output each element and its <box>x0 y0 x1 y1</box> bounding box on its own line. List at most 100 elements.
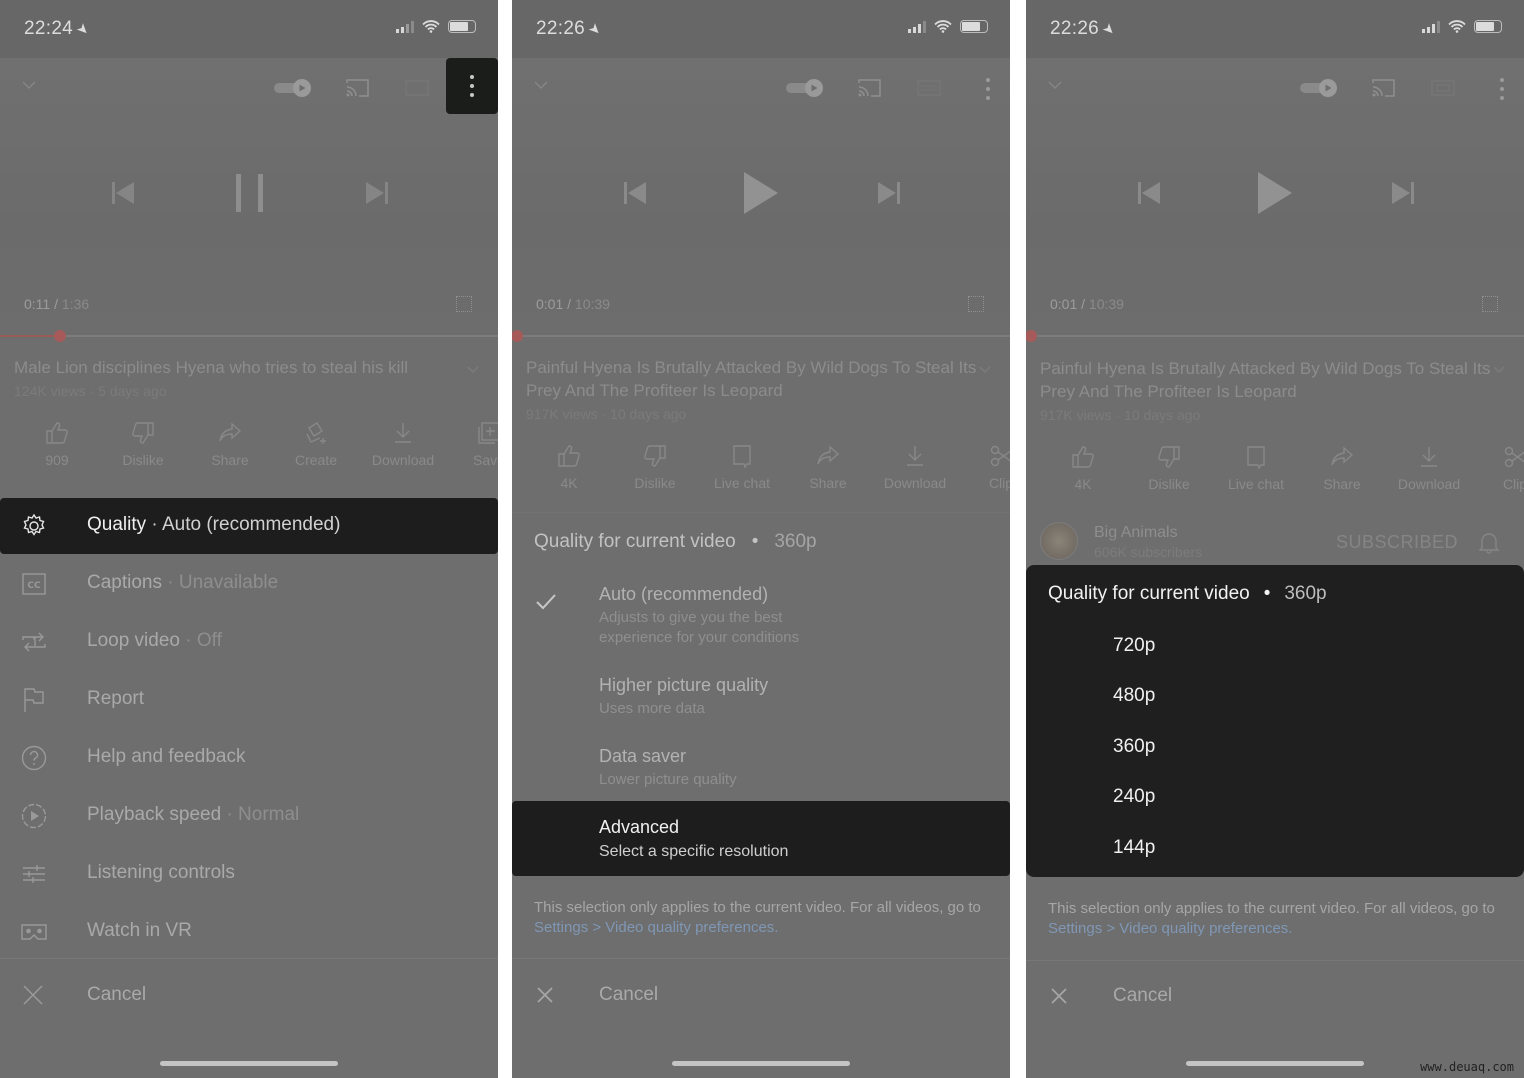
bell-icon[interactable] <box>1478 530 1500 554</box>
pause-icon[interactable] <box>230 170 270 216</box>
quality-option-advanced[interactable]: Advanced Select a specific resolution <box>512 801 1010 876</box>
live-chat-button[interactable]: Live chat <box>699 443 785 491</box>
create-button[interactable]: Create <box>273 420 359 468</box>
video-title[interactable]: Painful Hyena Is Brutally Attacked By Wi… <box>1040 357 1500 403</box>
like-button[interactable]: 4K <box>1040 444 1126 492</box>
next-icon[interactable] <box>874 176 904 210</box>
expand-description-icon[interactable] <box>978 362 992 376</box>
dislike-button[interactable]: Dislike <box>612 443 698 491</box>
home-indicator[interactable] <box>672 1061 850 1066</box>
cast-icon[interactable] <box>344 78 370 98</box>
like-button[interactable]: 909 <box>14 420 100 468</box>
play-icon[interactable] <box>740 170 780 216</box>
minimize-chevron-icon[interactable] <box>20 76 38 94</box>
more-vert-icon[interactable] <box>984 78 992 100</box>
cast-icon[interactable] <box>856 78 882 98</box>
home-indicator[interactable] <box>1186 1061 1364 1066</box>
video-meta[interactable]: Painful Hyena Is Brutally Attacked By Wi… <box>526 356 986 422</box>
download-icon <box>395 423 411 443</box>
channel-row[interactable]: Big Animals 606K subscribers SUBSCRIBED <box>1026 518 1524 566</box>
clip-button[interactable]: Clip <box>958 443 1010 491</box>
video-title[interactable]: Male Lion disciplines Hyena who tries to… <box>14 356 474 379</box>
close-icon <box>23 985 43 1005</box>
settings-link[interactable]: Settings > Video quality preferences. <box>1048 920 1292 937</box>
video-meta[interactable]: Male Lion disciplines Hyena who tries to… <box>14 356 474 399</box>
progress-knob[interactable] <box>1026 330 1037 342</box>
resolution-option-144p[interactable]: 144p <box>1113 837 1155 859</box>
channel-name[interactable]: Big Animals <box>1094 524 1178 542</box>
share-button[interactable]: Share <box>187 420 273 468</box>
clip-icon <box>1504 446 1524 468</box>
more-vert-icon[interactable] <box>1498 78 1506 100</box>
quality-option-auto[interactable]: Auto (recommended) Adjusts to give you t… <box>599 584 999 648</box>
menu-item-playback-speed[interactable]: Playback speed · Normal <box>0 788 498 844</box>
progress-bar[interactable] <box>512 330 1010 342</box>
expand-description-icon[interactable] <box>1492 362 1506 376</box>
resolution-option-240p[interactable]: 240p <box>1113 786 1155 808</box>
minimize-chevron-icon[interactable] <box>1046 76 1064 94</box>
captions-toggle-icon[interactable] <box>916 78 942 98</box>
share-button[interactable]: Share <box>785 443 871 491</box>
more-options-button-highlighted[interactable] <box>446 58 498 114</box>
previous-icon[interactable] <box>108 176 138 210</box>
play-icon[interactable] <box>1254 170 1294 216</box>
settings-link[interactable]: Settings > Video quality preferences. <box>534 919 778 936</box>
next-icon[interactable] <box>1388 176 1418 210</box>
save-button[interactable]: Save <box>446 420 498 468</box>
quality-option-higher[interactable]: Higher picture quality Uses more data <box>599 675 999 719</box>
progress-bar[interactable] <box>0 330 498 342</box>
progress-knob[interactable] <box>512 330 523 342</box>
status-time: 22:24 <box>24 18 74 39</box>
fullscreen-icon[interactable] <box>968 296 984 312</box>
dislike-button[interactable]: Dislike <box>1126 444 1212 492</box>
download-button[interactable]: Download <box>1386 444 1472 492</box>
current-quality: 360p <box>774 531 817 552</box>
menu-item-help[interactable]: Help and feedback <box>0 730 498 786</box>
channel-avatar[interactable] <box>1040 522 1078 560</box>
home-indicator[interactable] <box>160 1061 338 1066</box>
video-player[interactable]: 0:01 / 10:39 <box>1026 58 1524 342</box>
progress-bar[interactable] <box>1026 330 1524 342</box>
autoplay-toggle[interactable] <box>272 78 316 98</box>
resolution-menu: Quality for current video • 360p 720p 480p… <box>1026 565 1524 877</box>
autoplay-toggle[interactable] <box>1298 78 1342 98</box>
download-button[interactable]: Download <box>360 420 446 468</box>
live-chat-button[interactable]: Live chat <box>1213 444 1299 492</box>
menu-item-listening-controls[interactable]: Listening controls <box>0 846 498 902</box>
svg-text:CC: CC <box>27 581 41 591</box>
autoplay-toggle[interactable] <box>784 78 828 98</box>
minimize-chevron-icon[interactable] <box>532 76 550 94</box>
video-player[interactable]: 0:01 / 10:39 <box>512 58 1010 342</box>
progress-knob[interactable] <box>53 330 66 342</box>
resolution-option-720p[interactable]: 720p <box>1113 635 1155 657</box>
menu-item-watch-in-vr[interactable]: Watch in VR <box>0 904 498 960</box>
menu-item-quality[interactable]: Quality · Auto (recommended) <box>0 498 498 554</box>
dislike-button[interactable]: Dislike <box>100 420 186 468</box>
menu-item-loop-video[interactable]: Loop video · Off <box>0 614 498 670</box>
previous-icon[interactable] <box>1134 176 1164 210</box>
expand-description-icon[interactable] <box>466 362 480 376</box>
video-title[interactable]: Painful Hyena Is Brutally Attacked By Wi… <box>526 356 986 402</box>
clip-button[interactable]: Clip <box>1472 444 1524 492</box>
resolution-option-360p[interactable]: 360p <box>1113 736 1155 758</box>
menu-item-report[interactable]: Report <box>0 672 498 728</box>
subscribed-button[interactable]: SUBSCRIBED <box>1336 532 1458 553</box>
cancel-button[interactable]: Cancel <box>0 966 498 1026</box>
fullscreen-icon[interactable] <box>1482 296 1498 312</box>
captions-toggle-icon[interactable] <box>404 78 430 98</box>
cancel-button[interactable]: Cancel <box>1026 967 1524 1027</box>
cast-icon[interactable] <box>1370 78 1396 98</box>
video-player[interactable]: 0:11 / 1:36 <box>0 58 498 342</box>
like-button[interactable]: 4K <box>526 443 612 491</box>
share-button[interactable]: Share <box>1299 444 1385 492</box>
menu-item-captions[interactable]: CC Captions · Unavailable <box>0 556 498 612</box>
next-icon[interactable] <box>362 176 392 210</box>
fullscreen-icon[interactable] <box>456 296 472 312</box>
resolution-option-480p[interactable]: 480p <box>1113 685 1155 707</box>
cancel-button[interactable]: Cancel <box>512 966 1010 1026</box>
quality-option-data-saver[interactable]: Data saver Lower picture quality <box>599 746 999 790</box>
previous-icon[interactable] <box>620 176 650 210</box>
download-button[interactable]: Download <box>872 443 958 491</box>
video-meta[interactable]: Painful Hyena Is Brutally Attacked By Wi… <box>1040 357 1500 423</box>
captions-toggle-icon[interactable] <box>1430 78 1456 98</box>
